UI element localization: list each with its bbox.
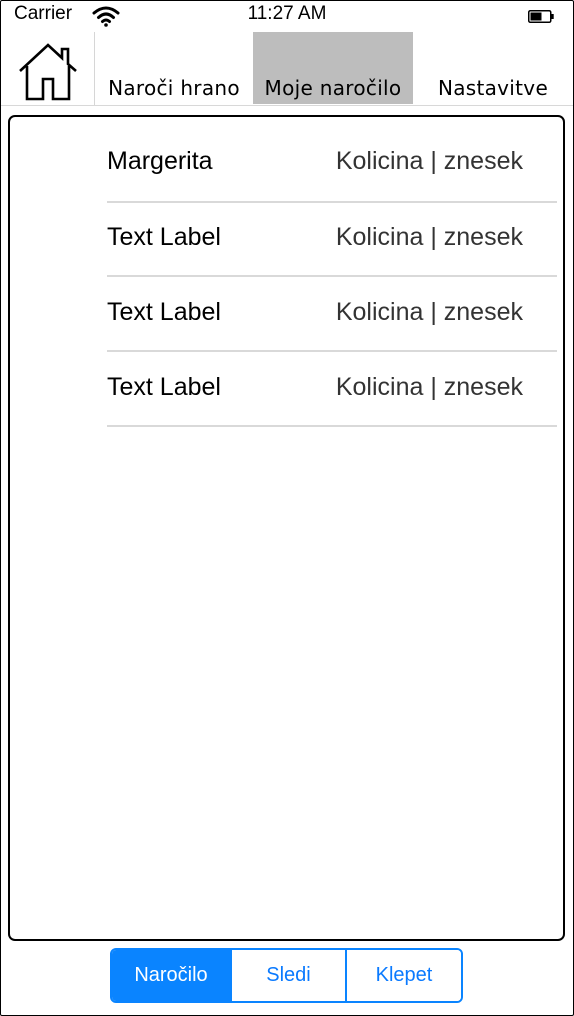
- item-name: Text Label: [107, 223, 221, 251]
- item-name: Margerita: [107, 147, 213, 175]
- tab-settings[interactable]: Nastavitve: [413, 32, 573, 104]
- tab-my-order[interactable]: Moje naročilo: [253, 32, 413, 104]
- segment-track[interactable]: Sledi: [230, 950, 345, 1001]
- table-row[interactable]: Margerita Kolicina | znesek: [107, 129, 557, 203]
- status-time: 11:27 AM: [247, 3, 327, 24]
- item-name: Text Label: [107, 298, 221, 326]
- segment-order[interactable]: Naročilo: [112, 950, 230, 1001]
- order-table[interactable]: Margerita Kolicina | znesek Text Label K…: [8, 115, 565, 941]
- table-row[interactable]: Text Label Kolicina | znesek: [107, 278, 557, 352]
- item-quantity-amount: Kolicina | znesek: [335, 373, 523, 401]
- top-navigation: Naroči hrano Moje naročilo Nastavitve: [1, 32, 573, 106]
- status-bar: Carrier 11:27 AM: [0, 0, 574, 30]
- nav-divider: [1, 105, 573, 106]
- table-row[interactable]: Text Label Kolicina | znesek: [107, 353, 557, 427]
- tab-order-food[interactable]: Naroči hrano: [95, 32, 253, 104]
- home-icon: [19, 43, 77, 101]
- segment-chat[interactable]: Klepet: [345, 950, 461, 1001]
- item-quantity-amount: Kolicina | znesek: [335, 147, 523, 175]
- table-row[interactable]: Text Label Kolicina | znesek: [107, 203, 557, 277]
- item-quantity-amount: Kolicina | znesek: [335, 298, 523, 326]
- segmented-control: Naročilo Sledi Klepet: [110, 948, 463, 1003]
- item-quantity-amount: Kolicina | znesek: [335, 223, 523, 251]
- item-name: Text Label: [107, 373, 221, 401]
- battery-icon: [528, 10, 554, 23]
- home-button[interactable]: [1, 32, 95, 106]
